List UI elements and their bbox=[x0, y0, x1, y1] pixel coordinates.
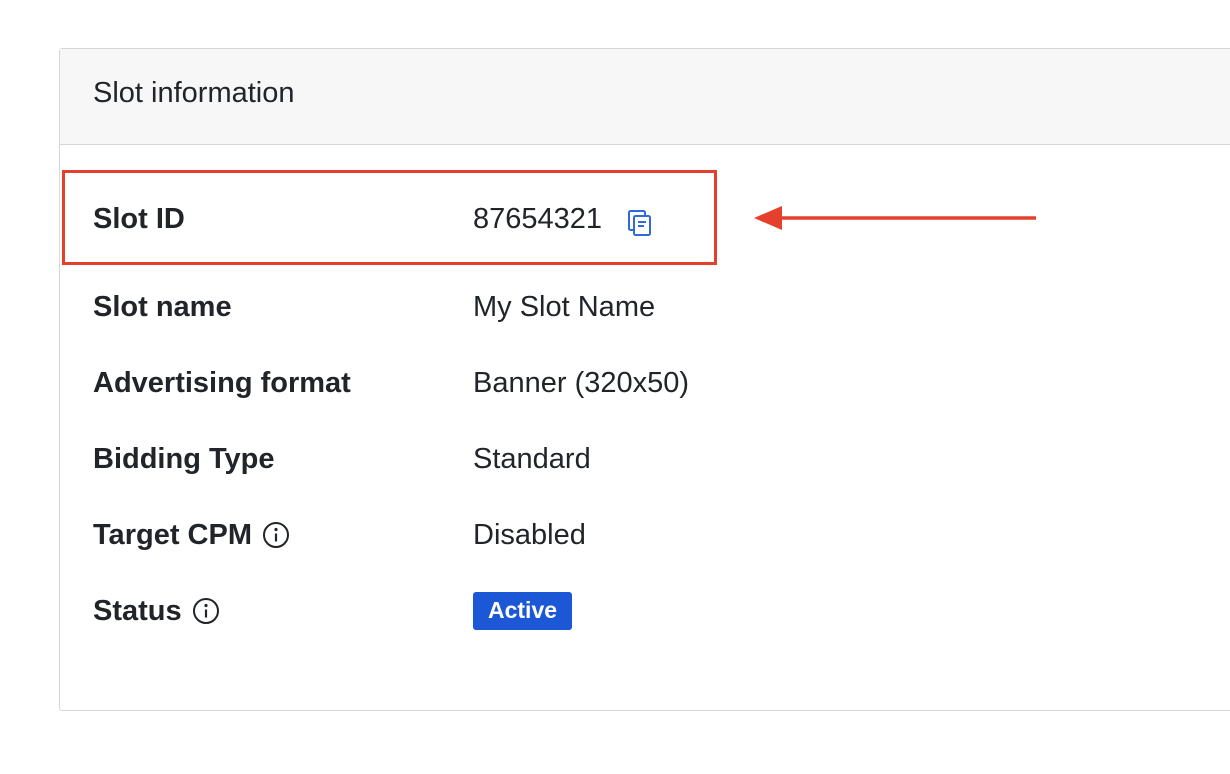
card-header: Slot information bbox=[60, 49, 1230, 145]
slot-name-value: My Slot Name bbox=[473, 290, 656, 323]
info-circle-icon[interactable] bbox=[192, 597, 221, 626]
slot-id-value: 87654321 bbox=[473, 202, 603, 235]
status-value-wrap: Active bbox=[473, 592, 573, 630]
detail-row-slot-id: Slot ID 87654321 bbox=[93, 199, 1193, 239]
advertising-format-value: Banner (320x50) bbox=[473, 366, 690, 399]
card-title: Slot information bbox=[93, 77, 295, 109]
detail-row-bidding-type: Bidding Type Standard bbox=[93, 439, 1193, 479]
detail-row-status: Status Active bbox=[93, 591, 1193, 631]
status-label-wrap: Status bbox=[93, 595, 473, 628]
detail-row-slot-name: Slot name My Slot Name bbox=[93, 287, 1193, 327]
detail-row-target-cpm: Target CPM Disabled bbox=[93, 515, 1193, 555]
slot-id-label: Slot ID bbox=[93, 202, 185, 235]
slot-information-card: Slot information Slot ID 87654321 Slot n… bbox=[59, 48, 1230, 711]
target-cpm-label: Target CPM bbox=[93, 518, 252, 551]
detail-row-advertising-format: Advertising format Banner (320x50) bbox=[93, 363, 1193, 403]
bidding-type-label: Bidding Type bbox=[93, 442, 275, 475]
slot-name-label: Slot name bbox=[93, 290, 232, 323]
status-badge: Active bbox=[473, 592, 573, 630]
info-circle-icon[interactable] bbox=[262, 521, 291, 550]
slot-id-value-wrap: 87654321 bbox=[473, 201, 654, 237]
copy-icon[interactable] bbox=[626, 209, 654, 237]
bidding-type-value: Standard bbox=[473, 442, 591, 475]
advertising-format-label: Advertising format bbox=[93, 366, 351, 399]
target-cpm-value: Disabled bbox=[473, 518, 586, 551]
target-cpm-label-wrap: Target CPM bbox=[93, 519, 473, 552]
status-label: Status bbox=[93, 594, 182, 627]
